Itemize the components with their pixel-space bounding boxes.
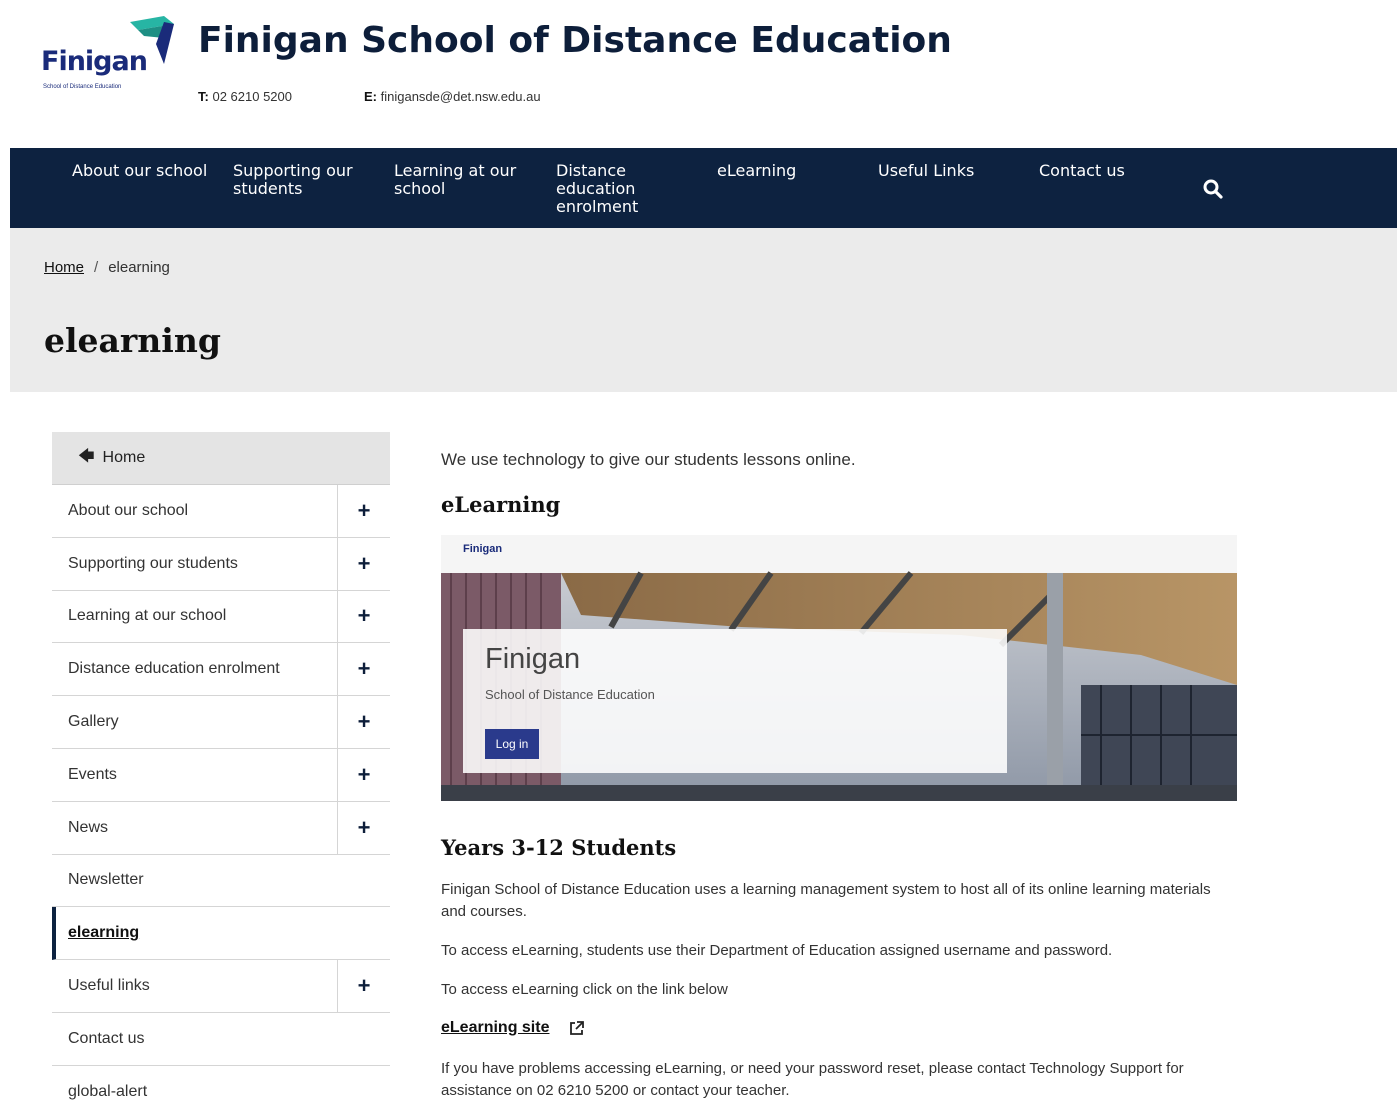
sidebar-item-label: Supporting our students [68, 554, 238, 572]
breadcrumb-current: elearning [108, 259, 170, 276]
breadcrumb: Home / elearning [44, 259, 170, 276]
sidebar-item-gallery[interactable]: Gallery + [52, 696, 390, 749]
site-title: Finigan School of Distance Education [198, 20, 952, 61]
expand-plus-icon[interactable]: + [337, 696, 390, 748]
logo-wordmark: Finigan [41, 46, 148, 77]
main-nav: About our school Supporting our students… [10, 148, 1397, 228]
nav-item-useful-links[interactable]: Useful Links [878, 162, 998, 180]
sidebar-item-global-alert[interactable]: global-alert [52, 1065, 390, 1114]
sidebar-item-events[interactable]: Events + [52, 748, 390, 802]
expand-plus-icon[interactable]: + [337, 590, 390, 643]
intro-text: We use technology to give our students l… [441, 450, 856, 469]
email-value[interactable]: finigansde@det.nsw.edu.au [381, 89, 541, 104]
sidebar-item-learning[interactable]: Learning at our school + [52, 590, 390, 644]
sidebar-item-label: global-alert [68, 1082, 148, 1100]
nav-item-enrolment[interactable]: Distance education enrolment [556, 162, 666, 216]
phone-label: T: [198, 89, 209, 104]
search-icon[interactable] [1202, 178, 1224, 200]
expand-plus-icon[interactable]: + [337, 537, 390, 590]
elearning-heading: eLearning [441, 492, 561, 517]
sidebar-item-enrolment[interactable]: Distance education enrolment + [52, 643, 390, 697]
sidebar-item-useful-links[interactable]: Useful links + [52, 960, 390, 1013]
sidebar-item-elearning[interactable]: elearning [52, 907, 390, 961]
expand-plus-icon[interactable]: + [337, 748, 390, 801]
elearning-site-link[interactable]: eLearning site [441, 1019, 549, 1037]
sidebar-home-label: Home [102, 449, 146, 466]
screenshot-card-title: Finigan [485, 643, 581, 675]
nav-item-about[interactable]: About our school [72, 162, 222, 180]
expand-plus-icon[interactable]: + [337, 643, 390, 696]
email-line: E: finigansde@det.nsw.edu.au [364, 89, 541, 104]
screenshot-logo: Finigan [463, 543, 503, 555]
sidebar-home-link[interactable]: 🡄 Home [52, 432, 390, 485]
screenshot-login-button: Log in [485, 729, 539, 759]
paragraph-lms: Finigan School of Distance Education use… [441, 881, 1211, 920]
sidebar-item-label: Events [68, 765, 117, 783]
elearning-screenshot-image: Finigan Finigan School of Distance Educa… [441, 535, 1237, 801]
screenshot-login-card: Finigan School of Distance Education Log… [463, 629, 1007, 773]
sidebar-item-label: Gallery [68, 713, 119, 731]
expand-plus-icon[interactable]: + [337, 801, 390, 854]
logo-subtitle: School of Distance Education [43, 84, 122, 90]
expand-plus-icon[interactable]: + [337, 485, 390, 537]
sidebar-item-supporting[interactable]: Supporting our students + [52, 537, 390, 591]
sidebar-item-label: Newsletter [68, 871, 144, 889]
nav-item-contact[interactable]: Contact us [1039, 162, 1159, 180]
nav-item-elearning[interactable]: eLearning [717, 162, 837, 180]
sidebar-item-label: Contact us [68, 1029, 145, 1047]
email-label: E: [364, 89, 377, 104]
page-banner: Home / elearning elearning [10, 228, 1397, 392]
screenshot-card-subtitle: School of Distance Education [485, 687, 655, 702]
nav-item-supporting[interactable]: Supporting our students [233, 162, 368, 198]
sidebar-item-about[interactable]: About our school + [52, 485, 390, 538]
years-heading: Years 3-12 Students [441, 835, 677, 860]
sidebar-item-label: Learning at our school [68, 607, 227, 625]
sidebar-item-newsletter[interactable]: Newsletter [52, 854, 390, 908]
sidebar-item-contact[interactable]: Contact us [52, 1012, 390, 1066]
expand-plus-icon[interactable]: + [337, 960, 390, 1012]
site-header: Finigan School of Distance Education Fin… [0, 0, 1397, 148]
breadcrumb-home-link[interactable]: Home [44, 259, 84, 276]
phone-value[interactable]: 02 6210 5200 [212, 89, 292, 104]
arrow-left-icon: 🡄 [78, 447, 95, 465]
sidebar-item-news[interactable]: News + [52, 801, 390, 855]
page-title: elearning [44, 321, 221, 360]
sidebar-nav: 🡄 Home About our school + Supporting our … [52, 432, 390, 1114]
site-logo[interactable]: Finigan School of Distance Education [40, 14, 176, 98]
breadcrumb-separator: / [94, 259, 99, 276]
external-link-icon[interactable] [568, 1020, 585, 1037]
nav-item-learning[interactable]: Learning at our school [394, 162, 529, 198]
phone-line: T: 02 6210 5200 [198, 89, 292, 104]
sidebar-item-label: Useful links [68, 977, 150, 995]
sidebar-item-label: elearning [68, 924, 140, 942]
paragraph-access: To access eLearning click on the link be… [441, 981, 728, 998]
sidebar-item-label: About our school [68, 501, 189, 519]
paragraph-credentials: To access eLearning, students use their … [441, 942, 1113, 959]
paragraph-support: If you have problems accessing eLearning… [441, 1060, 1184, 1099]
sidebar-item-label: News [68, 818, 109, 836]
sidebar-item-label: Distance education enrolment [68, 660, 280, 678]
